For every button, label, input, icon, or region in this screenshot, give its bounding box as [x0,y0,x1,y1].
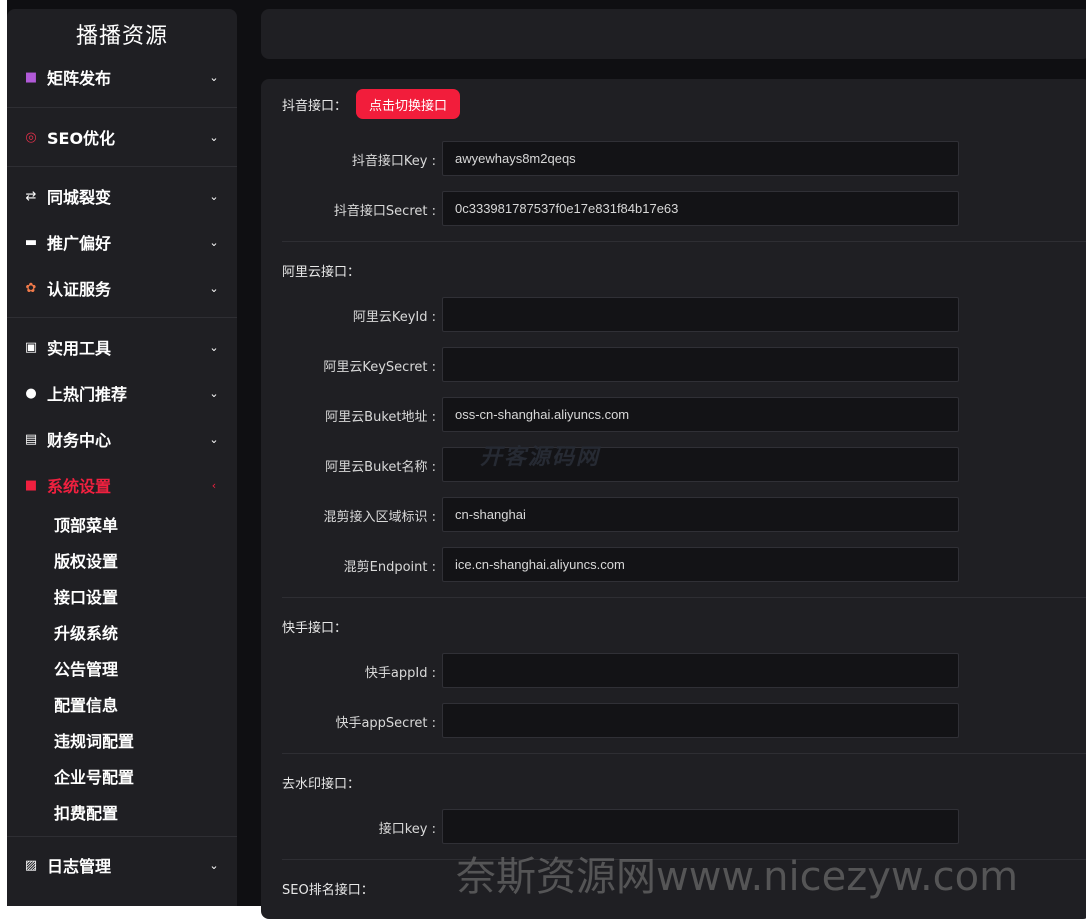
section-divider [282,241,1086,242]
submenu-item-api-settings[interactable]: 接口设置 [54,583,118,613]
menu-item-tools[interactable]: ▣ 实用工具 ⌄ [7,327,237,367]
top-bar [261,9,1086,59]
chevron-left-icon: ‹ [211,478,217,492]
finance-icon: ▤ [24,431,38,447]
divider [7,836,237,837]
aliyun-keyid-label: 阿里云KeyId : [352,310,436,325]
submenu-item-config-info[interactable]: 配置信息 [54,691,118,721]
douyin-key-label: 抖音接口Key : [351,154,436,169]
mix-endpoint-input[interactable] [442,547,959,582]
menu-item-system-settings[interactable]: ■ 系统设置 ‹ [7,465,237,505]
sidebar: 播播资源 ■ 矩阵发布 ⌄ ◎ SEO优化 ⌄ ⇄ 同城裂变 ⌄ ▬ 推广偏好 … [7,9,237,906]
section-divider [282,753,1086,754]
section-title-watermark-removal: 去水印接口： [282,777,361,792]
menu-label: 日志管理 [47,857,112,876]
submenu-item-billing[interactable]: 扣费配置 [54,799,118,829]
switch-api-button[interactable]: 点击切换接口 [356,89,460,119]
douyin-key-input[interactable] [442,141,959,176]
seo-icon: ◎ [25,129,37,145]
aliyun-keysecret-label: 阿里云KeySecret : [323,360,436,375]
log-icon: ▨ [24,857,38,873]
aliyun-bucket-address-input[interactable] [442,397,959,432]
chevron-down-icon: ⌄ [209,386,219,400]
chevron-down-icon: ⌄ [209,130,219,144]
chevron-down-icon: ⌄ [209,189,219,203]
section-title-aliyun: 阿里云接口： [282,265,361,280]
kuaishou-appid-input[interactable] [442,653,959,688]
video-icon: ■ [24,69,38,85]
aliyun-keysecret-input[interactable] [442,347,959,382]
divider [7,317,237,318]
menu-item-hot-recommend[interactable]: ● 上热门推荐 ⌄ [7,373,237,413]
menu-item-matrix-publish[interactable]: ■ 矩阵发布 ⌄ [7,57,237,97]
menu-label: 上热门推荐 [47,385,128,404]
robot-icon: ▬ [24,234,38,250]
menu-label: 系统设置 [47,477,112,496]
mix-region-label: 混剪接入区域标识 : [323,510,436,525]
watermark-key-label: 接口key : [378,822,436,837]
menu-label: 财务中心 [47,431,112,450]
menu-item-logs[interactable]: ▨ 日志管理 ⌄ [7,845,237,885]
mix-region-input[interactable] [442,497,959,532]
menu-label: 推广偏好 [47,234,112,253]
section-title-kuaishou: 快手接口： [282,621,348,636]
menu-label: SEO优化 [47,129,116,148]
certify-icon: ✿ [25,280,37,296]
submenu-item-enterprise[interactable]: 企业号配置 [54,763,134,793]
section-title-douyin: 抖音接口： [282,99,348,114]
menu-item-finance[interactable]: ▤ 财务中心 ⌄ [7,419,237,459]
menu-item-seo[interactable]: ◎ SEO优化 ⌄ [7,117,237,157]
toolbox-icon: ▣ [24,339,38,355]
menu-label: 实用工具 [47,339,112,358]
chevron-down-icon: ⌄ [209,70,219,84]
inner-watermark-text: 开客源码网 [480,445,601,470]
chevron-down-icon: ⌄ [209,858,219,872]
chevron-down-icon: ⌄ [209,235,219,249]
section-title-seo-rank: SEO排名接口： [282,883,374,898]
menu-item-local-fission[interactable]: ⇄ 同城裂变 ⌄ [7,176,237,216]
menu-item-promotion-pref[interactable]: ▬ 推广偏好 ⌄ [7,222,237,262]
kuaishou-appsecret-label: 快手appSecret : [335,716,436,731]
chevron-down-icon: ⌄ [209,432,219,446]
aliyun-bucket-address-label: 阿里云Buket地址 : [325,410,436,425]
kuaishou-appid-label: 快手appId : [364,666,436,681]
kuaishou-appsecret-input[interactable] [442,703,959,738]
watermark-text: 奈斯资源网www.nicezyw.com [456,854,1019,900]
api-settings-panel: 抖音接口： 点击切换接口 抖音接口Key : 抖音接口Secret : 阿里云接… [261,79,1086,919]
chevron-down-icon: ⌄ [209,340,219,354]
submenu-item-copyright[interactable]: 版权设置 [54,547,118,577]
fire-icon: ● [25,385,37,401]
menu-label: 认证服务 [47,280,112,299]
menu-label: 同城裂变 [47,188,112,207]
menu-item-certification[interactable]: ✿ 认证服务 ⌄ [7,268,237,308]
submenu-item-upgrade[interactable]: 升级系统 [54,619,118,649]
douyin-secret-input[interactable] [442,191,959,226]
menu-label: 矩阵发布 [47,69,112,88]
section-divider [282,597,1086,598]
mix-endpoint-label: 混剪Endpoint : [343,560,436,575]
douyin-secret-label: 抖音接口Secret : [333,204,436,219]
divider [7,166,237,167]
submenu-item-banned-words[interactable]: 违规词配置 [54,727,134,757]
divider [7,107,237,108]
submenu-item-announcement[interactable]: 公告管理 [54,655,118,685]
aliyun-bucket-name-label: 阿里云Buket名称 : [325,460,436,475]
submenu-item-top-menu[interactable]: 顶部菜单 [54,511,118,541]
swap-icon: ⇄ [25,188,37,204]
aliyun-keyid-input[interactable] [442,297,959,332]
settings-icon: ■ [24,477,38,493]
watermark-key-input[interactable] [442,809,959,844]
chevron-down-icon: ⌄ [209,281,219,295]
